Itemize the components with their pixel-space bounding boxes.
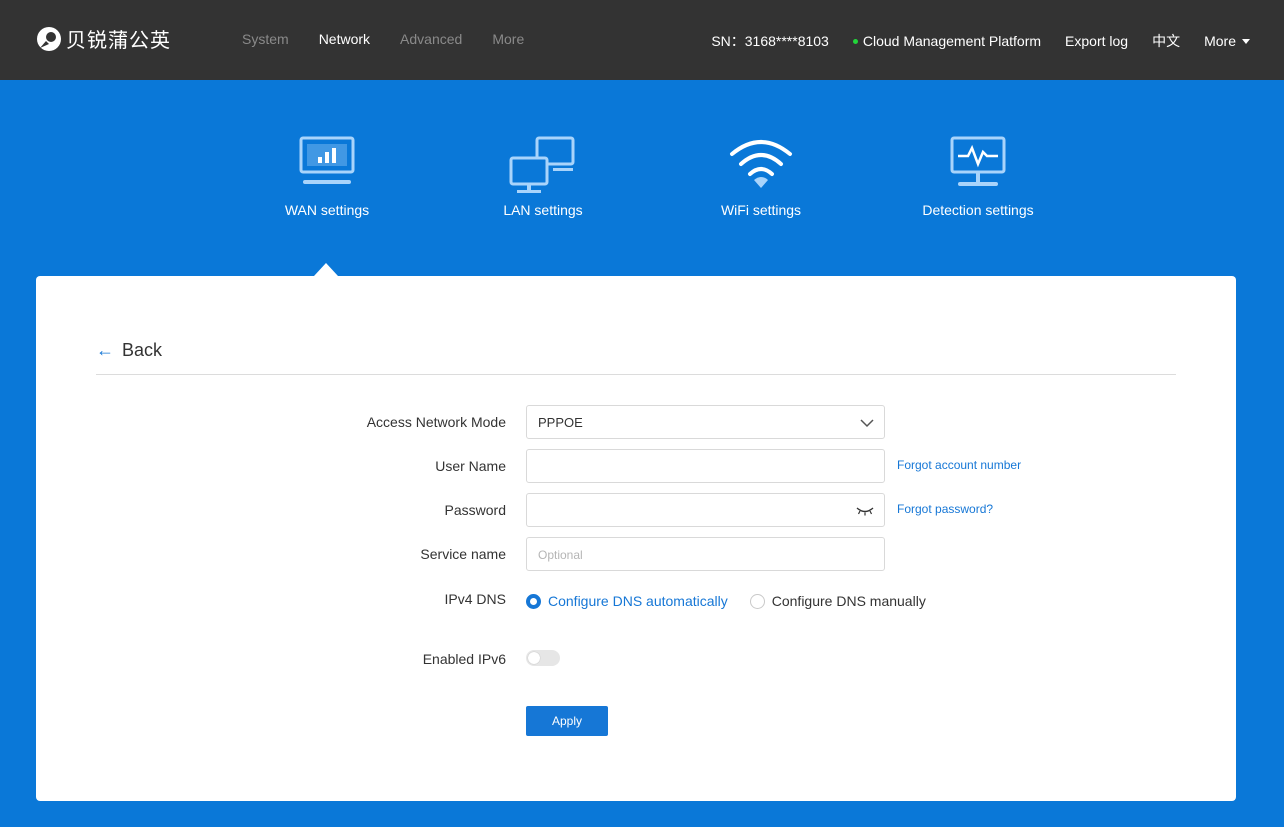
ipv6-toggle[interactable] [526, 650, 560, 666]
cloud-status-dot-icon [852, 38, 858, 44]
wan-settings-panel: ← Back Access Network Mode PPPOE User Na… [36, 276, 1236, 801]
language-switch[interactable]: 中文 [1152, 31, 1180, 51]
access-mode-select[interactable]: PPPOE [526, 405, 885, 439]
ipv4-dns-options: Configure DNS automatically Configure DN… [526, 593, 948, 609]
caret-down-icon [1242, 38, 1250, 44]
username-input[interactable] [526, 449, 885, 483]
toggle-knob [528, 652, 540, 664]
arrow-left-icon: ← [96, 340, 114, 360]
service-name-row: Service name Optional [36, 537, 1236, 571]
service-name-placeholder: Optional [538, 548, 583, 562]
back-label: Back [122, 340, 163, 360]
more-label: More [1204, 33, 1236, 49]
nav-item-advanced[interactable]: Advanced [400, 31, 462, 47]
cloud-management-link[interactable]: Cloud Management Platform [852, 33, 1042, 49]
username-row: User Name Forgot account number [36, 449, 1236, 483]
header-actions: SN：3168****8103 Cloud Management Platfor… [711, 31, 1250, 51]
forgot-password-link[interactable]: Forgot password? [897, 502, 993, 516]
monitor-pulse-icon [950, 136, 1006, 186]
chevron-down-icon [860, 419, 874, 428]
main-nav: System Network Advanced More [242, 31, 554, 47]
radio-checked-icon [526, 593, 541, 609]
dns-manual-radio[interactable]: Configure DNS manually [749, 593, 926, 609]
dns-auto-label: Configure DNS automatically [548, 593, 728, 609]
service-name-input[interactable]: Optional [526, 537, 885, 571]
tab-lan-settings[interactable]: LAN settings [443, 80, 643, 218]
service-name-label: Service name [420, 546, 506, 562]
divider [96, 374, 1176, 375]
more-dropdown[interactable]: More [1204, 33, 1250, 49]
brand-logo[interactable]: 贝锐蒲公英 [36, 24, 171, 53]
password-row: Password Forgot password? [36, 493, 1236, 527]
settings-tabs: WAN settings LAN settings WiFi settings … [0, 80, 1284, 276]
tab-label: Detection settings [922, 202, 1034, 218]
eye-closed-icon[interactable] [856, 506, 874, 516]
ipv6-label: Enabled IPv6 [422, 651, 506, 667]
access-mode-value: PPPOE [538, 415, 583, 430]
export-log-link[interactable]: Export log [1065, 33, 1128, 49]
access-mode-row: Access Network Mode PPPOE [36, 405, 1236, 439]
brand-name: 贝锐蒲公英 [66, 28, 171, 52]
password-input[interactable] [526, 493, 885, 527]
back-button[interactable]: ← Back [96, 340, 162, 361]
nav-item-more[interactable]: More [492, 31, 524, 47]
access-mode-label: Access Network Mode [366, 414, 506, 430]
network-computers-icon [509, 136, 575, 193]
tab-label: WAN settings [284, 202, 370, 218]
nav-item-system[interactable]: System [242, 31, 289, 47]
top-navigation-bar: 贝锐蒲公英 System Network Advanced More SN：31… [0, 0, 1284, 80]
ipv6-row: Enabled IPv6 [36, 644, 1236, 678]
radio-unchecked-icon [749, 593, 765, 609]
active-tab-pointer [314, 263, 338, 276]
wifi-icon [730, 140, 792, 188]
nav-item-network[interactable]: Network [319, 31, 370, 47]
username-label: User Name [435, 458, 506, 474]
serial-number: SN：3168****8103 [711, 33, 829, 49]
ipv4-dns-label: IPv4 DNS [444, 591, 506, 607]
cloud-management-label: Cloud Management Platform [862, 33, 1042, 49]
dns-auto-radio[interactable]: Configure DNS automatically [526, 593, 728, 609]
tab-wan-settings[interactable]: WAN settings [227, 80, 427, 218]
forgot-account-link[interactable]: Forgot account number [897, 458, 1021, 472]
dns-manual-label: Configure DNS manually [771, 593, 926, 609]
tab-label: LAN settings [503, 202, 583, 218]
monitor-chart-icon [299, 136, 355, 184]
tab-wifi-settings[interactable]: WiFi settings [661, 80, 861, 218]
brand-logo-icon [37, 26, 61, 51]
password-label: Password [444, 502, 506, 518]
tab-label: WiFi settings [720, 202, 802, 218]
apply-button[interactable]: Apply [526, 706, 608, 736]
ipv4-dns-row: IPv4 DNS Configure DNS automatically Con… [36, 585, 1236, 619]
tab-detection-settings[interactable]: Detection settings [878, 80, 1078, 218]
